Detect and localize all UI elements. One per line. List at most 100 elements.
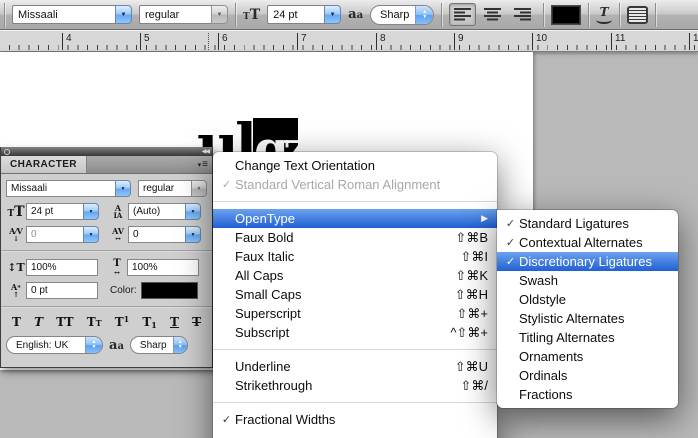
tab-character[interactable]: CHARACTER	[1, 156, 87, 173]
submenu-item-titling-alternates[interactable]: Titling Alternates	[497, 328, 678, 347]
font-family-dropdown-button[interactable]: ▼	[115, 5, 132, 24]
toolbar-separator	[441, 3, 442, 27]
stepper-arrows-icon[interactable]: ▲▼	[415, 5, 433, 25]
toolbar-separator	[543, 3, 544, 27]
ruler-number: 5	[140, 33, 150, 50]
submenu-item-stylistic-alternates[interactable]: Stylistic Alternates	[497, 309, 678, 328]
anti-alias-select[interactable]: Sharp ▲▼	[370, 5, 434, 25]
menu-item-faux-bold[interactable]: Faux Bold ⇧⌘B	[213, 228, 497, 247]
font-size-value[interactable]: 24 pt	[267, 5, 324, 24]
panel-font-size-dropdown-button[interactable]: ▼	[83, 203, 99, 220]
menu-item-small-caps[interactable]: Small Caps ⇧⌘H	[213, 285, 497, 304]
horizontal-scale-icon: T↔	[107, 259, 127, 276]
small-caps-button[interactable]: TT	[87, 316, 102, 328]
tracking-combobox[interactable]: 0 ▼	[128, 226, 201, 243]
font-family-value[interactable]: Missaali	[12, 5, 115, 24]
panel-font-family-value[interactable]: Missaali	[6, 180, 115, 197]
font-size-icon: TT	[243, 8, 260, 22]
baseline-shift-value[interactable]: 0 pt	[26, 282, 98, 299]
faux-bold-button[interactable]: T	[12, 316, 21, 328]
warp-text-icon[interactable]: T	[596, 6, 612, 24]
check-icon: ✓	[218, 413, 235, 426]
toggle-panels-icon[interactable]	[627, 6, 648, 24]
font-style-value[interactable]: regular	[139, 5, 211, 24]
kerning-dropdown-button[interactable]: ▼	[83, 226, 99, 243]
menu-separator	[213, 349, 497, 350]
vertical-scale-value[interactable]: 100%	[26, 259, 98, 276]
ruler-number: 11	[611, 33, 625, 50]
panel-anti-alias-select[interactable]: Sharp ▲▼	[130, 336, 188, 354]
panel-color-swatch[interactable]	[141, 282, 198, 299]
panel-font-family-combobox[interactable]: Missaali ▼	[6, 180, 131, 197]
menu-item-fractional-widths[interactable]: ✓ Fractional Widths	[213, 410, 497, 429]
menu-item-subscript[interactable]: Subscript ^⇧⌘+	[213, 323, 497, 342]
color-label: Color:	[110, 285, 137, 296]
submenu-item-swash[interactable]: Swash	[497, 271, 678, 290]
language-select[interactable]: English: UK ▲▼	[6, 336, 103, 354]
panel-drag-bar[interactable]: ◀◀	[1, 147, 212, 156]
shortcut-label: ⇧⌘I	[460, 249, 488, 265]
font-style-combobox[interactable]: regular ▼	[139, 5, 228, 24]
submenu-item-discretionary-ligatures[interactable]: ✓ Discretionary Ligatures	[497, 252, 678, 271]
faux-italic-button[interactable]: T	[34, 316, 43, 328]
dropdown-arrow-icon: ▼	[121, 186, 126, 192]
font-size-combobox[interactable]: 24 pt ▼	[267, 5, 341, 24]
subscript-button[interactable]: T1	[142, 316, 157, 328]
horizontal-scale-value[interactable]: 100%	[127, 259, 199, 276]
baseline-shift-icon: Aᵃ↑	[6, 283, 26, 298]
align-right-button[interactable]	[509, 3, 536, 26]
menu-item-strikethrough[interactable]: Strikethrough ⇧⌘/	[213, 376, 497, 395]
panel-font-size-value[interactable]: 24 pt	[26, 203, 83, 220]
submenu-item-fractions[interactable]: Fractions	[497, 385, 678, 404]
menu-item-change-text-orientation[interactable]: Change Text Orientation	[213, 156, 497, 175]
font-size-dropdown-button[interactable]: ▼	[324, 5, 341, 24]
anti-alias-value: Sharp	[371, 9, 415, 21]
language-value: English: UK	[7, 340, 85, 351]
submenu-item-ordinals[interactable]: Ordinals	[497, 366, 678, 385]
kerning-value[interactable]: 0	[26, 226, 83, 243]
text-color-swatch[interactable]	[551, 5, 581, 25]
tracking-dropdown-button[interactable]: ▼	[185, 226, 201, 243]
submenu-item-contextual-alternates[interactable]: ✓ Contextual Alternates	[497, 233, 678, 252]
stepper-arrows-icon[interactable]: ▲▼	[173, 336, 187, 354]
panel-font-size-combobox[interactable]: 24 pt ▼	[26, 203, 99, 220]
shortcut-label: ⇧⌘+	[457, 306, 488, 322]
leading-dropdown-button[interactable]: ▼	[185, 203, 201, 220]
submenu-item-standard-ligatures[interactable]: ✓ Standard Ligatures	[497, 214, 678, 233]
menu-item-opentype[interactable]: OpenType ▶	[213, 209, 497, 228]
panel-font-style-value[interactable]: regular	[138, 180, 191, 197]
menu-item-superscript[interactable]: Superscript ⇧⌘+	[213, 304, 497, 323]
font-family-combobox[interactable]: Missaali ▼	[12, 5, 132, 24]
strikethrough-button[interactable]: T	[192, 316, 201, 328]
kerning-combobox[interactable]: 0 ▼	[26, 226, 99, 243]
dropdown-arrow-icon: ▼	[197, 186, 202, 192]
submenu-item-ornaments[interactable]: Ornaments	[497, 347, 678, 366]
superscript-button[interactable]: T1	[115, 316, 130, 328]
dropdown-arrow-icon: ▼	[330, 12, 336, 18]
tracking-value[interactable]: 0	[128, 226, 185, 243]
ruler-number: 6	[218, 33, 228, 50]
all-caps-button[interactable]: TT	[56, 316, 73, 328]
menu-separator	[213, 402, 497, 403]
panel-close-icon[interactable]	[4, 149, 10, 155]
stepper-arrows-icon[interactable]: ▲▼	[85, 336, 102, 354]
font-size-icon: TT	[6, 205, 26, 219]
leading-combobox[interactable]: (Auto) ▼	[128, 203, 201, 220]
menu-item-all-caps[interactable]: All Caps ⇧⌘K	[213, 266, 497, 285]
menu-item-underline[interactable]: Underline ⇧⌘U	[213, 357, 497, 376]
panel-font-family-dropdown-button[interactable]: ▼	[115, 180, 131, 197]
align-center-icon	[484, 8, 501, 21]
underline-button[interactable]: T	[170, 316, 179, 328]
leading-value[interactable]: (Auto)	[128, 203, 185, 220]
anti-alias-icon: aa	[348, 8, 363, 21]
align-center-button[interactable]	[479, 3, 506, 26]
submenu-item-oldstyle[interactable]: Oldstyle	[497, 290, 678, 309]
check-icon: ✓	[502, 255, 519, 268]
ruler-cursor-indicator	[208, 33, 209, 50]
panel-menu-icon[interactable]: ▾≡	[198, 156, 212, 173]
dropdown-arrow-icon: ▼	[121, 12, 127, 18]
menu-item-faux-italic[interactable]: Faux Italic ⇧⌘I	[213, 247, 497, 266]
panel-font-style-combobox[interactable]: regular ▼	[138, 180, 207, 197]
align-left-button[interactable]	[449, 3, 476, 26]
collapse-to-icons-icon[interactable]: ◀◀	[202, 149, 209, 155]
